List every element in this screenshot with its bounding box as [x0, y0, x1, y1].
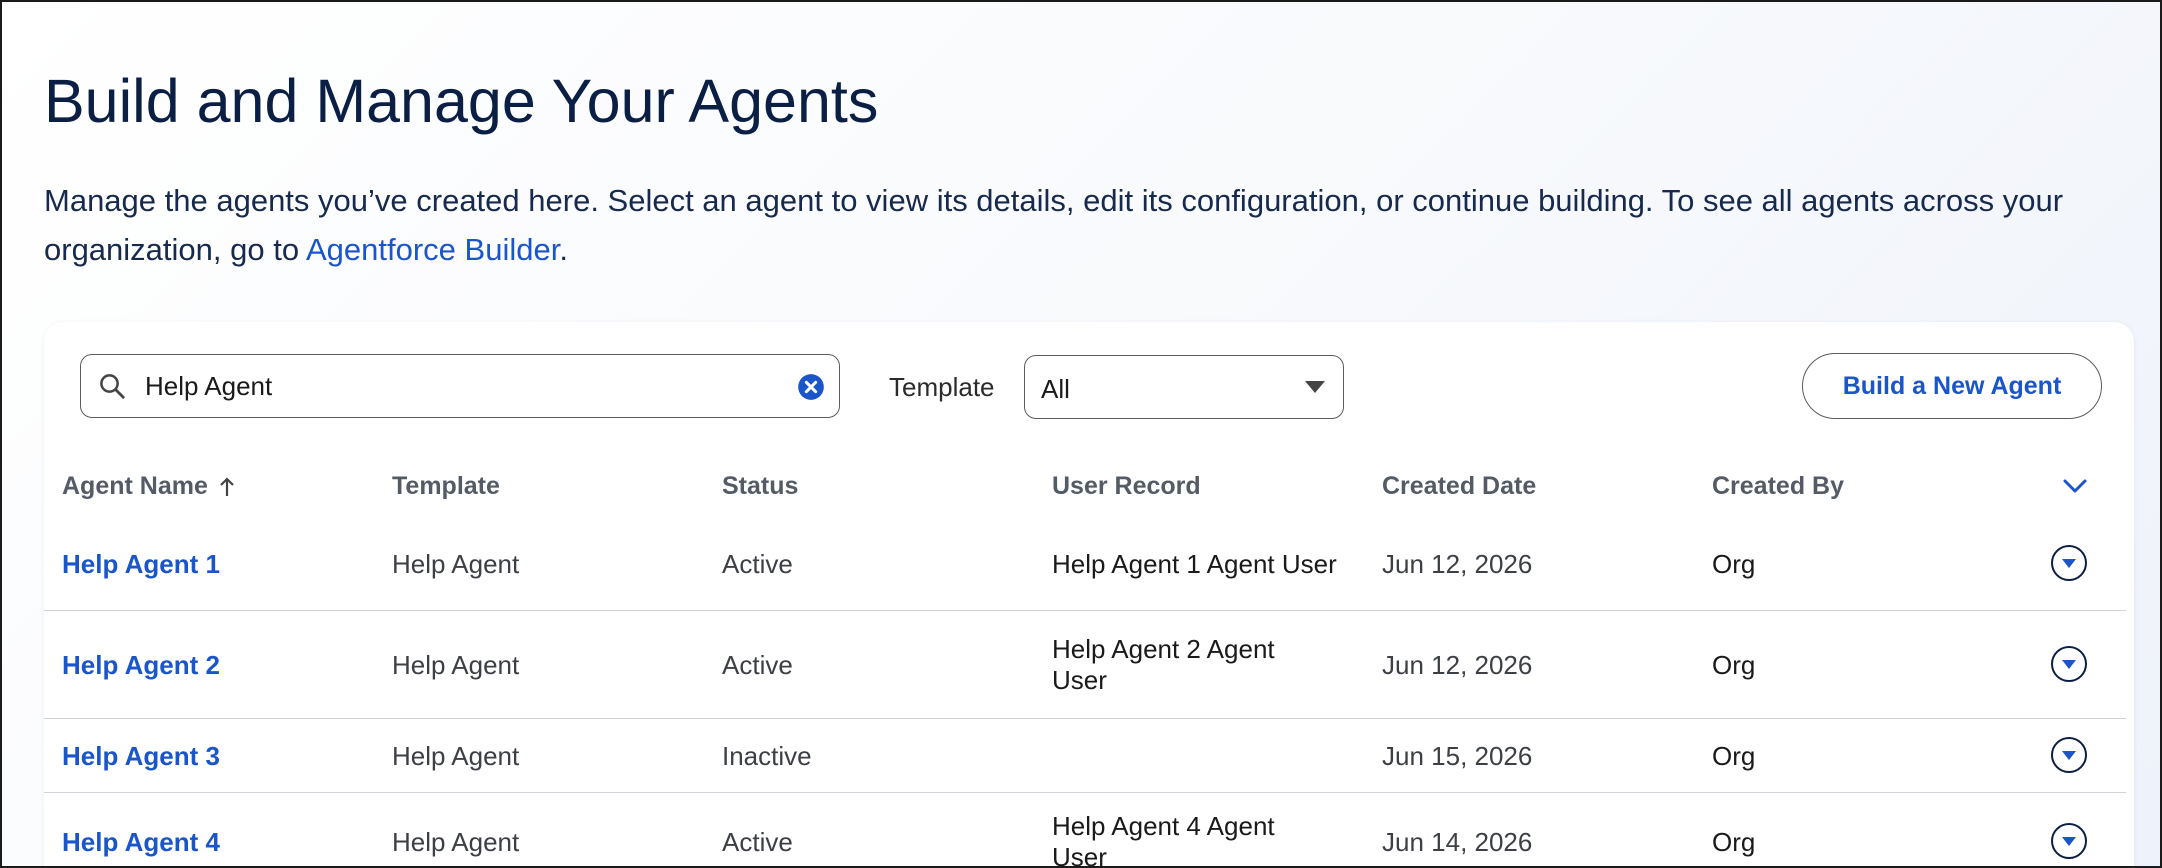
column-label: Agent Name	[62, 472, 208, 500]
build-new-agent-button[interactable]: Build a New Agent	[1802, 353, 2102, 419]
template-cell: Help Agent	[392, 549, 520, 579]
agents-card: Template All Build a New Agent Agent Nam…	[44, 322, 2134, 868]
column-header-agent-name[interactable]: Agent Name	[62, 472, 236, 501]
agent-name-link[interactable]: Help Agent 4	[62, 827, 220, 858]
column-header-created-date[interactable]: Created Date	[1382, 472, 1536, 501]
created-date-cell: Jun 15, 2026	[1382, 741, 1533, 771]
column-label: Status	[722, 472, 799, 500]
row-actions-icon[interactable]	[2050, 544, 2088, 582]
created-by-cell: Org	[1712, 549, 1756, 579]
column-header-user-record[interactable]: User Record	[1052, 472, 1201, 501]
status-cell: Active	[722, 650, 793, 680]
search-box[interactable]	[80, 354, 840, 418]
column-header-status[interactable]: Status	[722, 472, 798, 501]
template-filter-value: All	[1041, 374, 1070, 404]
table-row: Help Agent 2 Help Agent Active Help Agen…	[44, 612, 2126, 719]
column-header-created-by[interactable]: Created By	[1712, 472, 1844, 501]
status-cell: Inactive	[722, 741, 812, 771]
search-input[interactable]	[145, 365, 745, 407]
agent-name-link[interactable]: Help Agent 2	[62, 650, 220, 681]
template-filter-label: Template	[889, 372, 995, 402]
row-actions-icon[interactable]	[2050, 736, 2088, 774]
created-by-cell: Org	[1712, 741, 1756, 771]
row-actions-icon[interactable]	[2050, 822, 2088, 860]
column-label: Created Date	[1382, 472, 1537, 500]
column-label: Created By	[1712, 472, 1844, 500]
template-cell: Help Agent	[392, 827, 520, 857]
page-title: Build and Manage Your Agents	[44, 67, 879, 135]
table-row: Help Agent 3 Help Agent Inactive Jun 15,…	[44, 720, 2126, 793]
column-header-template[interactable]: Template	[392, 472, 500, 501]
template-cell: Help Agent	[392, 650, 520, 680]
created-by-cell: Org	[1712, 650, 1756, 680]
search-icon	[100, 374, 125, 399]
created-date-cell: Jun 12, 2026	[1382, 650, 1533, 680]
sort-ascending-icon	[220, 476, 234, 496]
chevron-down-icon[interactable]	[2059, 472, 2091, 500]
template-cell: Help Agent	[392, 741, 520, 771]
status-cell: Active	[722, 549, 793, 579]
page-description: Manage the agents you’ve created here. S…	[44, 176, 2124, 274]
status-cell: Active	[722, 827, 793, 857]
created-date-cell: Jun 12, 2026	[1382, 549, 1533, 579]
table-row: Help Agent 4 Help Agent Active Help Agen…	[44, 794, 2126, 868]
description-end: .	[559, 232, 568, 267]
table-row: Help Agent 1 Help Agent Active Help Agen…	[44, 520, 2126, 611]
user-record-cell: Help Agent 4 Agent User	[1052, 811, 1275, 868]
row-actions-icon[interactable]	[2050, 645, 2088, 683]
dropdown-arrow-icon	[1305, 381, 1325, 393]
agent-name-link[interactable]: Help Agent 3	[62, 741, 220, 772]
user-record-cell: Help Agent 2 Agent User	[1052, 634, 1275, 695]
page-frame: Build and Manage Your Agents Manage the …	[0, 0, 2162, 868]
column-label: User Record	[1052, 472, 1201, 500]
agent-name-link[interactable]: Help Agent 1	[62, 549, 220, 580]
user-record-cell: Help Agent 1 Agent User	[1052, 549, 1337, 579]
template-filter-select[interactable]: All	[1024, 355, 1344, 419]
created-by-cell: Org	[1712, 827, 1756, 857]
column-label: Template	[392, 472, 500, 500]
created-date-cell: Jun 14, 2026	[1382, 827, 1533, 857]
clear-search-icon[interactable]	[797, 373, 825, 401]
agentforce-builder-link[interactable]: Agentforce Builder	[306, 232, 559, 267]
